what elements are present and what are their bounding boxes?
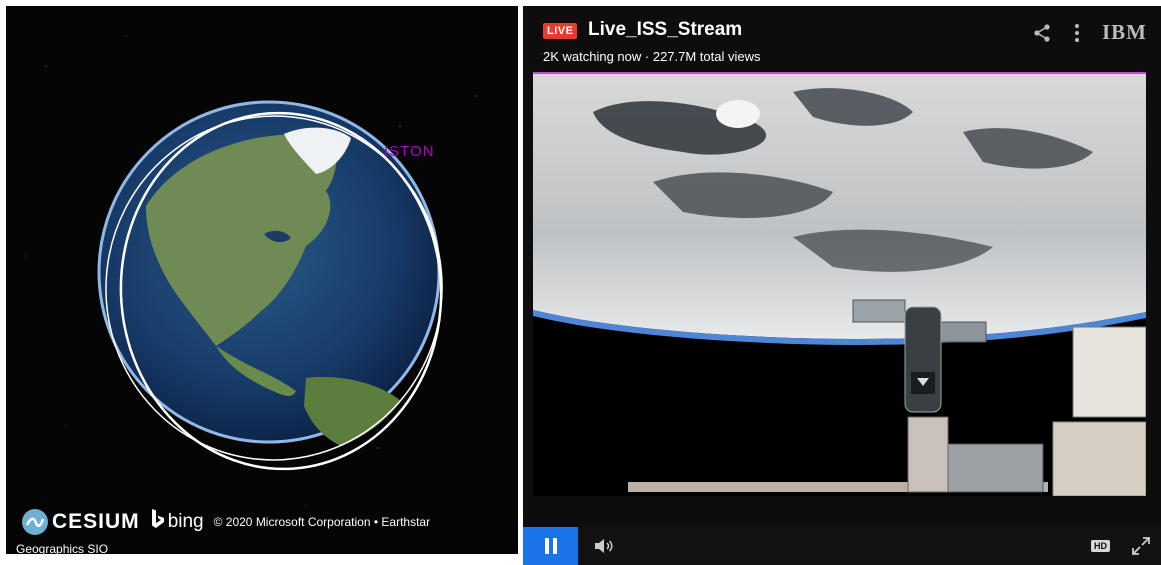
station-module-right: [1072, 326, 1146, 418]
pause-button[interactable]: [523, 527, 578, 565]
cesium-icon: [22, 509, 48, 535]
player-controls: HD: [523, 527, 1161, 565]
video-player[interactable]: LIVE Live_ISS_Stream 2K watching now · 2…: [523, 6, 1161, 565]
viewer-stats: 2K watching now · 227.7M total views: [543, 49, 761, 64]
bing-icon: [150, 508, 166, 536]
satellite-label[interactable]: ISTON: [384, 143, 435, 160]
stream-title[interactable]: Live_ISS_Stream: [588, 19, 742, 41]
live-progress-line: [533, 72, 1146, 74]
soyuz-module: [904, 306, 942, 413]
ibm-logo[interactable]: IBM: [1102, 20, 1147, 45]
hd-quality-button[interactable]: HD: [1091, 540, 1110, 552]
earth-globe[interactable]: [6, 6, 518, 554]
player-header: LIVE Live_ISS_Stream 2K watching now · 2…: [523, 6, 1161, 72]
header-actions: IBM: [1032, 20, 1147, 45]
pause-icon: [543, 538, 559, 554]
fullscreen-icon[interactable]: [1131, 536, 1151, 561]
solar-array-left: [852, 299, 906, 323]
map-credits: CESIUM bing © 2020 Microsoft Corporation…: [22, 508, 430, 536]
copyright-text: © 2020 Microsoft Corporation • Earthstar: [213, 515, 431, 529]
cesium-wordmark: CESIUM: [52, 510, 140, 533]
bing-logo[interactable]: bing: [150, 508, 204, 536]
cesium-viewer[interactable]: ISTON CESIUM bing © 2020 Microsoft Corpo…: [6, 6, 518, 554]
live-badge: LIVE: [543, 23, 578, 39]
copyright-text-line2: Geographics SIO: [16, 542, 109, 554]
bing-wordmark: bing: [167, 511, 204, 532]
more-vertical-icon[interactable]: [1074, 23, 1080, 43]
solar-array-right: [937, 321, 987, 343]
video-frame[interactable]: [533, 72, 1146, 496]
volume-icon[interactable]: [593, 537, 615, 560]
iss-earth-view: [533, 72, 1146, 496]
cesium-logo[interactable]: CESIUM: [22, 509, 140, 535]
share-icon[interactable]: [1032, 23, 1052, 43]
